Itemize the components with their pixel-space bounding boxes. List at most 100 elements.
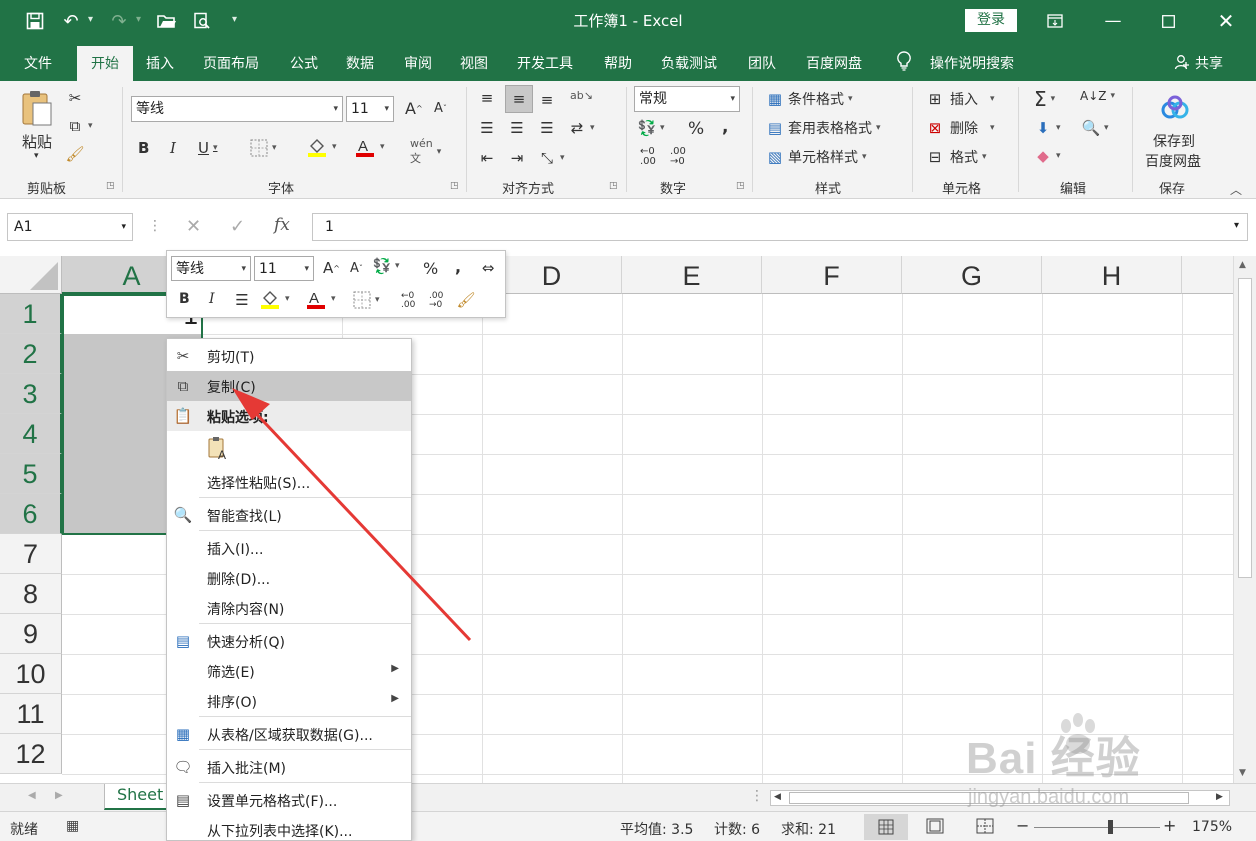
next-sheet-icon[interactable]: ▶ [55,790,63,801]
decrease-indent-icon[interactable]: ⇤ [478,149,496,167]
tab-help[interactable]: 帮助 [604,53,632,73]
confirm-entry-icon[interactable]: ✓ [230,216,245,237]
mini-borders-icon[interactable]: ▾ [353,291,380,309]
mini-bold-button[interactable]: B [179,291,190,307]
grow-font-button[interactable]: A ^ [405,99,423,118]
mini-shrink-font-button[interactable]: Aˇ [350,261,363,276]
paste-values-only-icon[interactable]: A [207,435,233,462]
sheet-tab-sheet1[interactable]: Sheet [104,784,174,810]
align-left-icon[interactable]: ☰ [478,119,496,137]
menu-item-copy[interactable]: ⧉ 复制(C) [167,371,411,401]
tab-review[interactable]: 审阅 [404,53,432,73]
mini-font-size-combo[interactable]: 11 ▾ [254,256,314,281]
align-bottom-icon[interactable]: ≡ [538,91,556,109]
close-icon[interactable]: ✕ [1206,6,1246,36]
alignment-launcher-icon[interactable]: ◳ [609,181,618,191]
collapse-ribbon-icon[interactable]: ︿ [1230,181,1242,198]
tab-insert[interactable]: 插入 [146,53,174,73]
tab-view[interactable]: 视图 [460,53,488,73]
row-header-8[interactable]: 8 [0,574,62,614]
login-button[interactable]: 登录 [965,9,1017,32]
menu-item-clear-contents[interactable]: 清除内容(N) [167,593,411,623]
font-color-icon[interactable]: A ▾ [354,136,385,158]
clear-icon[interactable]: ◆ ▾ [1034,147,1060,165]
zoom-level[interactable]: 175% [1192,819,1232,835]
increase-decimal-icon[interactable]: ←0.00 [640,147,656,167]
fill-icon[interactable]: ⬇ ▾ [1034,119,1061,137]
column-header-e[interactable]: E [622,256,762,294]
menu-item-insert[interactable]: 插入(I)... [167,533,411,563]
zoom-slider[interactable] [1034,827,1160,828]
expand-formula-bar-icon[interactable]: ▾ [1234,220,1239,231]
delete-cells-button[interactable]: ⊠ 删除 ▾ [926,118,995,138]
conditional-formatting-button[interactable]: ▦ 条件格式 ▾ [766,89,853,109]
save-to-netdisk-line2[interactable]: 百度网盘 [1145,151,1201,171]
paste-icon[interactable] [20,89,56,129]
menu-item-pick-from-dropdown[interactable]: 从下拉列表中选择(K)... [167,815,411,841]
row-header-10[interactable]: 10 [0,654,62,694]
row-header-7[interactable]: 7 [0,534,62,574]
scroll-down-icon[interactable]: ▼ [1239,768,1246,778]
mini-fill-color-icon[interactable]: ▾ [259,288,290,310]
number-format-combo[interactable]: 常规 ▾ [634,86,740,112]
formula-input[interactable]: 1 [312,213,1248,241]
menu-item-sort[interactable]: 排序(O) ▶ [167,686,411,716]
mini-increase-decimal-icon[interactable]: ←0.00 [401,292,415,310]
tab-developer[interactable]: 开发工具 [517,53,573,73]
name-box[interactable]: A1 ▾ [7,213,133,241]
menu-item-quick-analysis[interactable]: ▤ 快速分析(Q) [167,626,411,656]
mini-accounting-format-icon[interactable]: 💱 ▾ [373,257,400,275]
zoom-out-icon[interactable]: − [1016,816,1029,835]
mini-format-painter-icon[interactable]: 🖌 [456,291,475,309]
decrease-decimal-icon[interactable]: .00 →0 [670,147,686,167]
fill-color-icon[interactable]: ▾ [306,136,337,158]
tab-baidu-netdisk[interactable]: 百度网盘 [806,53,862,73]
ribbon-display-options-icon[interactable] [1035,6,1075,36]
italic-button[interactable]: I [170,139,176,157]
row-header-2[interactable]: 2 [0,334,62,374]
column-header-f[interactable]: F [762,256,902,294]
phonetic-guide-icon[interactable]: wén 文 ▾ [410,137,441,166]
font-name-combo[interactable]: 等线 ▾ [131,96,343,122]
select-all-button[interactable] [0,256,62,294]
autosum-icon[interactable]: Σ ▾ [1034,87,1055,111]
font-size-combo[interactable]: 11 ▾ [346,96,394,122]
menu-item-delete[interactable]: 删除(D)... [167,563,411,593]
menu-item-get-data-from-table[interactable]: ▦ 从表格/区域获取数据(G)... [167,719,411,749]
tab-split-grip-icon[interactable]: ⋮ [750,788,764,804]
mini-merge-center-icon[interactable]: ⇔ [479,259,497,277]
orientation-icon[interactable]: ⤡ ▾ [538,149,565,167]
align-right-icon[interactable]: ☰ [538,119,556,137]
align-top-icon[interactable]: ≡ [478,89,496,107]
format-painter-icon[interactable]: 🖌 [65,145,84,163]
page-layout-view-icon[interactable] [926,818,944,838]
menu-item-format-cells[interactable]: ▤ 设置单元格格式(F)... [167,785,411,815]
scroll-up-icon[interactable]: ▲ [1239,260,1246,270]
scroll-right-icon[interactable]: ▶ [1216,792,1223,802]
mini-font-color-icon[interactable]: A ▾ [305,288,336,310]
find-select-icon[interactable]: 🔍 ▾ [1082,119,1109,137]
underline-button[interactable]: U ▾ [198,139,218,157]
wrap-text-icon[interactable]: ⇄ ▾ [568,119,595,137]
share-icon[interactable] [1174,54,1190,74]
row-header-6[interactable]: 6 [0,494,62,534]
tab-home[interactable]: 开始 [77,46,133,81]
scroll-left-icon[interactable]: ◀ [774,792,781,802]
zoom-in-icon[interactable]: + [1163,816,1176,835]
normal-view-icon[interactable] [864,814,908,840]
row-header-9[interactable]: 9 [0,614,62,654]
tab-file[interactable]: 文件 [24,53,52,73]
column-header-h[interactable]: H [1042,256,1182,294]
cancel-entry-icon[interactable]: ✕ [186,216,201,237]
cell-styles-button[interactable]: ▧ 单元格样式 ▾ [766,147,867,167]
menu-item-insert-comment[interactable]: 🗨 插入批注(M) [167,752,411,782]
column-header-partial[interactable] [1182,256,1233,294]
minimize-icon[interactable]: — [1093,6,1133,36]
align-center-icon[interactable]: ☰ [508,119,526,137]
font-launcher-icon[interactable]: ◳ [450,181,459,191]
baidu-netdisk-icon[interactable] [1160,95,1190,125]
insert-cells-button[interactable]: ⊞ 插入 ▾ [926,89,995,109]
tell-me-search[interactable]: 操作说明搜索 [930,53,1014,73]
maximize-icon[interactable] [1148,6,1188,36]
align-middle-icon[interactable]: ≡ [505,85,533,113]
